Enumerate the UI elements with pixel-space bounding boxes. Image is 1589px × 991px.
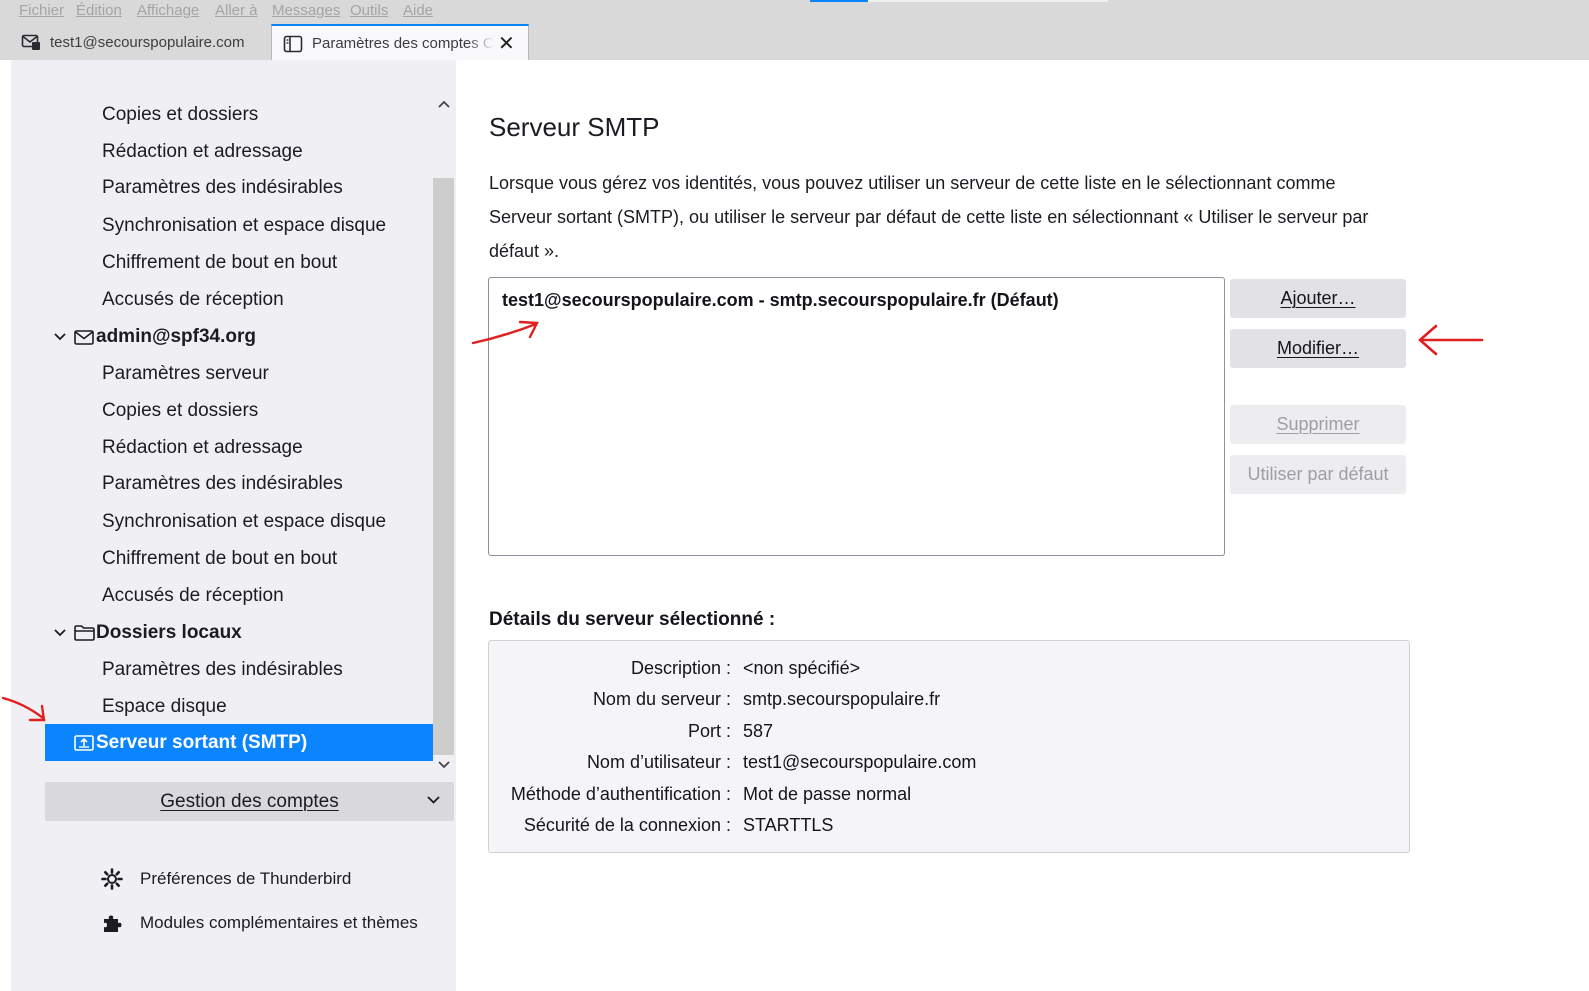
sidebar-item-junk[interactable]: Paramètres des indésirables bbox=[102, 652, 343, 688]
tab-strip: test1@secourspopulaire.com Paramètres de… bbox=[0, 22, 1589, 61]
detail-row-server: Nom du serveur : smtp.secourspopulaire.f… bbox=[489, 689, 1409, 720]
detail-label: Port : bbox=[687, 721, 731, 741]
sidebar-item-server-settings[interactable]: Paramètres serveur bbox=[102, 356, 269, 392]
outgoing-server-label: Serveur sortant (SMTP) bbox=[96, 731, 308, 753]
detail-label: Nom du serveur : bbox=[592, 689, 731, 709]
edit-server-button[interactable]: Modifier… bbox=[1230, 329, 1406, 368]
preferences-link[interactable]: Préférences de Thunderbird bbox=[101, 864, 351, 894]
account-sidebar: Copies et dossiers Rédaction et adressag… bbox=[11, 60, 456, 991]
mail-icon bbox=[20, 31, 42, 53]
smtp-server-list[interactable]: test1@secourspopulaire.com - smtp.secour… bbox=[488, 277, 1225, 556]
close-icon[interactable]: ✕ bbox=[498, 31, 515, 56]
manage-accounts-button[interactable]: Gestion des comptes bbox=[45, 782, 454, 821]
detail-row-port: Port : 587 bbox=[489, 721, 1409, 752]
detail-value: Mot de passe normal bbox=[743, 784, 912, 804]
sidebar-local-folders[interactable]: Dossiers locaux bbox=[51, 615, 242, 651]
detail-value: <non spécifié> bbox=[743, 658, 861, 678]
addons-label: Modules complémentaires et thèmes bbox=[140, 913, 418, 932]
sidebar-item-sync[interactable]: Synchronisation et espace disque bbox=[102, 504, 386, 540]
tab-settings-label: Paramètres des comptes Co bbox=[312, 35, 494, 52]
server-details-panel: Description : <non spécifié> Nom du serv… bbox=[488, 640, 1410, 853]
gear-icon bbox=[101, 868, 123, 890]
sidebar-scrollbar-thumb[interactable] bbox=[433, 178, 454, 755]
tab-account-settings[interactable]: Paramètres des comptes Co ✕ bbox=[271, 24, 529, 61]
scroll-down-icon[interactable] bbox=[433, 757, 454, 775]
detail-label: Nom d’utilisateur : bbox=[586, 752, 731, 772]
puzzle-piece-icon bbox=[101, 912, 123, 934]
preferences-label: Préférences de Thunderbird bbox=[140, 869, 352, 888]
sidebar-item-copies[interactable]: Copies et dossiers bbox=[102, 97, 258, 133]
page-title: Serveur SMTP bbox=[489, 112, 660, 142]
detail-value: smtp.secourspopulaire.fr bbox=[743, 689, 941, 709]
tab-mail[interactable]: test1@secourspopulaire.com bbox=[20, 24, 268, 60]
menu-affichage[interactable]: Affichage bbox=[137, 2, 199, 19]
sidebar-account-admin[interactable]: admin@spf34.org bbox=[51, 319, 256, 355]
menubar-accent-light bbox=[868, 0, 1108, 2]
menu-aide[interactable]: Aide bbox=[403, 2, 433, 19]
sidebar-item-composition[interactable]: Rédaction et adressage bbox=[102, 430, 303, 466]
chevron-down-icon bbox=[427, 791, 440, 808]
set-default-server-button[interactable]: Utiliser par défaut bbox=[1230, 455, 1406, 494]
tab-mail-label: test1@secourspopulaire.com bbox=[50, 33, 245, 51]
local-folders-name: Dossiers locaux bbox=[96, 622, 242, 643]
account-tree: Copies et dossiers Rédaction et adressag… bbox=[11, 60, 433, 772]
detail-row-username: Nom d’utilisateur : test1@secourspopulai… bbox=[489, 752, 1409, 783]
sidebar-item-receipts[interactable]: Accusés de réception bbox=[102, 578, 284, 614]
edit-label: Modifier… bbox=[1276, 338, 1360, 358]
sidebar-item-sync[interactable]: Synchronisation et espace disque bbox=[102, 208, 386, 244]
account-name: admin@spf34.org bbox=[96, 326, 256, 347]
sidebar-item-disk-space[interactable]: Espace disque bbox=[102, 689, 227, 725]
add-server-button[interactable]: Ajouter… bbox=[1230, 279, 1406, 318]
scroll-up-icon[interactable] bbox=[433, 96, 454, 114]
menu-outils[interactable]: Outils bbox=[350, 2, 388, 19]
sidebar-item-copies[interactable]: Copies et dossiers bbox=[102, 393, 258, 429]
delete-label: Supprimer bbox=[1276, 414, 1360, 434]
outgoing-server-icon bbox=[73, 733, 95, 753]
menu-aller[interactable]: Aller à bbox=[215, 2, 258, 19]
detail-label: Description : bbox=[630, 658, 731, 678]
intro-text: Lorsque vous gérez vos identités, vous p… bbox=[489, 173, 1369, 261]
menu-fichier[interactable]: Fichier bbox=[19, 2, 64, 19]
sidebar-item-composition[interactable]: Rédaction et adressage bbox=[102, 134, 303, 170]
folder-icon bbox=[73, 623, 95, 643]
mail-account-icon bbox=[73, 327, 95, 347]
menubar-accent bbox=[810, 0, 868, 2]
details-heading: Détails du serveur sélectionné : bbox=[489, 609, 776, 630]
sidebar-item-junk[interactable]: Paramètres des indésirables bbox=[102, 170, 343, 206]
detail-row-auth: Méthode d’authentification : Mot de pass… bbox=[489, 784, 1409, 815]
addons-link[interactable]: Modules complémentaires et thèmes bbox=[101, 908, 418, 938]
menu-messages[interactable]: Messages bbox=[272, 2, 340, 19]
list-item[interactable]: test1@secourspopulaire.com - smtp.secour… bbox=[502, 290, 1059, 311]
detail-label: Sécurité de la connexion : bbox=[523, 815, 731, 835]
smtp-settings-pane: Serveur SMTP Lorsque vous gérez vos iden… bbox=[456, 60, 1589, 991]
detail-label: Méthode d’authentification : bbox=[510, 784, 731, 804]
set-default-label: Utiliser par défaut bbox=[1247, 464, 1389, 484]
menubar: Fichier Édition Affichage Aller à Messag… bbox=[0, 0, 1589, 22]
chevron-down-icon[interactable] bbox=[51, 615, 69, 651]
detail-value: test1@secourspopulaire.com bbox=[743, 752, 977, 772]
window-edge bbox=[0, 60, 11, 991]
detail-row-security: Sécurité de la connexion : STARTTLS bbox=[489, 815, 1409, 846]
delete-server-button[interactable]: Supprimer bbox=[1230, 405, 1406, 444]
settings-page-icon bbox=[282, 33, 304, 55]
manage-accounts-label: Gestion des comptes bbox=[160, 790, 339, 812]
detail-row-description: Description : <non spécifié> bbox=[489, 658, 1409, 689]
detail-value: 587 bbox=[743, 721, 774, 741]
chevron-down-icon[interactable] bbox=[51, 319, 69, 355]
menu-edition[interactable]: Édition bbox=[76, 2, 122, 19]
detail-value: STARTTLS bbox=[743, 815, 834, 835]
sidebar-item-outgoing-server[interactable]: Serveur sortant (SMTP) bbox=[45, 724, 433, 761]
sidebar-item-receipts[interactable]: Accusés de réception bbox=[102, 282, 284, 318]
sidebar-item-e2e[interactable]: Chiffrement de bout en bout bbox=[102, 245, 337, 281]
sidebar-item-e2e[interactable]: Chiffrement de bout en bout bbox=[102, 541, 337, 577]
sidebar-item-junk[interactable]: Paramètres des indésirables bbox=[102, 466, 343, 502]
add-label: Ajouter… bbox=[1280, 288, 1356, 308]
